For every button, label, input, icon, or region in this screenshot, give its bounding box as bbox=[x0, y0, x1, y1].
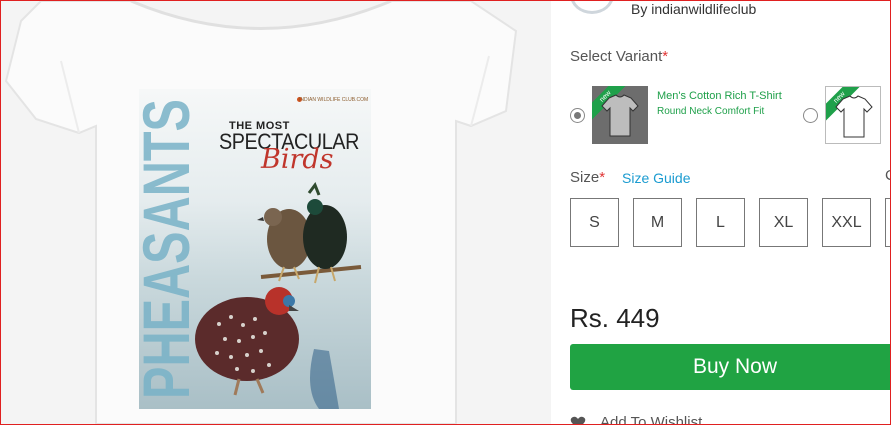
size-label-text: Size bbox=[570, 169, 600, 186]
heart-icon bbox=[570, 416, 586, 425]
size-option-xl[interactable]: XL bbox=[759, 198, 808, 247]
select-variant-label: Select Variant* bbox=[570, 48, 668, 65]
size-option-l[interactable]: L bbox=[696, 198, 745, 247]
variant-radio-unselected[interactable] bbox=[803, 107, 818, 123]
select-variant-text: Select Variant bbox=[570, 48, 663, 65]
size-option-s[interactable]: S bbox=[570, 198, 619, 247]
variant-radio-selected[interactable] bbox=[570, 107, 585, 123]
required-mark: * bbox=[662, 48, 669, 65]
size-option-m[interactable]: M bbox=[633, 198, 682, 247]
wishlist-label: Add To Wishlist bbox=[600, 414, 703, 425]
size-label: Size* bbox=[570, 169, 605, 186]
size-side-label: C bbox=[885, 167, 891, 184]
product-details-panel: By indianwildlifeclub Select Variant* ne… bbox=[552, 0, 891, 425]
tshirt-dark-icon bbox=[601, 94, 639, 137]
variant-text[interactable]: Men's Cotton Rich T-Shirt Round Neck Com… bbox=[657, 89, 782, 119]
size-option-xxl[interactable]: XXL bbox=[822, 198, 871, 247]
variant-thumbnail-dark[interactable]: new bbox=[592, 86, 648, 144]
add-to-wishlist[interactable]: Add To Wishlist bbox=[570, 414, 702, 425]
size-guide-link[interactable]: Size Guide bbox=[622, 170, 690, 186]
price: Rs. 449 bbox=[570, 303, 660, 333]
brand-by-line[interactable]: By indianwildlifeclub bbox=[631, 1, 756, 17]
variant-sub: Round Neck Comfort Fit bbox=[657, 106, 765, 117]
variant-option-light[interactable]: new bbox=[803, 86, 881, 144]
tshirt-light-icon bbox=[835, 95, 873, 138]
variant-thumbnail-light[interactable]: new bbox=[825, 86, 881, 144]
size-option-partial[interactable] bbox=[885, 198, 891, 247]
required-mark: * bbox=[599, 169, 606, 186]
buy-now-button[interactable]: Buy Now bbox=[570, 344, 891, 390]
variant-option-mens-round-neck[interactable]: new Men's Cotton Rich T-Shirt Round Neck… bbox=[570, 86, 782, 144]
variant-name: Men's Cotton Rich T-Shirt bbox=[657, 90, 782, 102]
birds-illustration bbox=[195, 181, 362, 409]
product-image[interactable]: PHEASANTS INDIAN WILDLIFE CLUB.COM THE M… bbox=[1, 1, 551, 424]
brand-logo-icon[interactable] bbox=[570, 0, 614, 14]
tshirt-print: PHEASANTS INDIAN WILDLIFE CLUB.COM THE M… bbox=[139, 89, 371, 409]
